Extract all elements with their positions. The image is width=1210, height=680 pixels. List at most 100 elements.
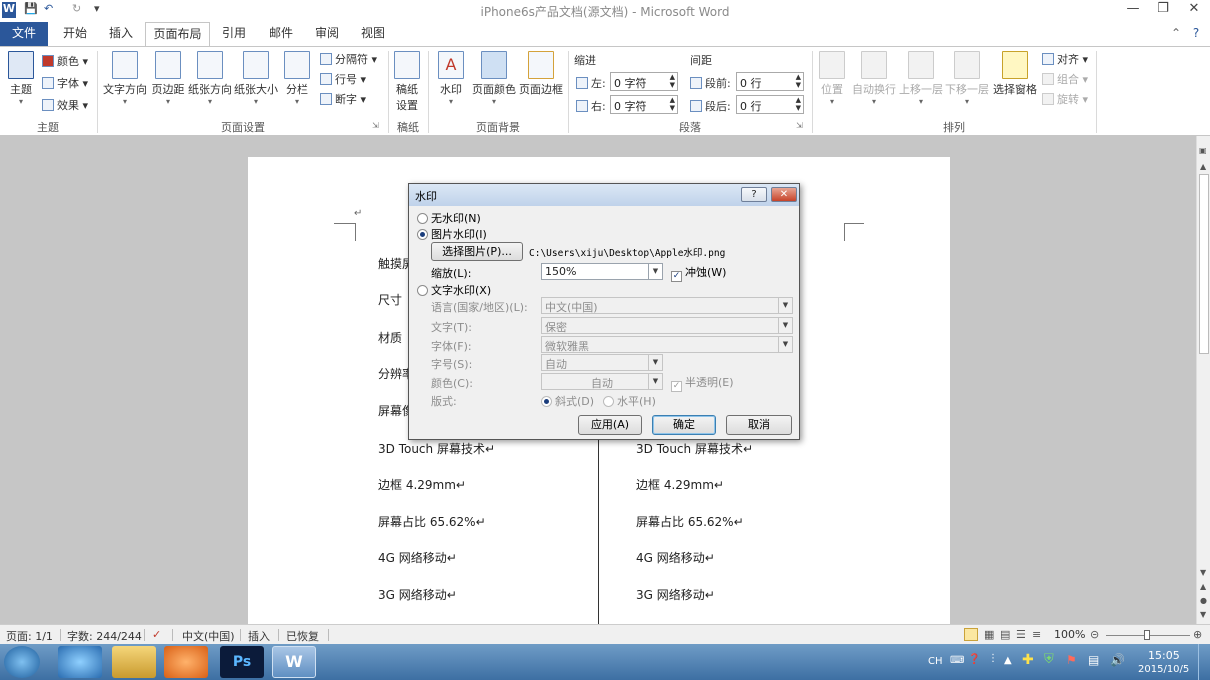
photoshop-icon[interactable]: Ps bbox=[220, 646, 264, 678]
tab-mailings[interactable]: 邮件 bbox=[259, 22, 303, 46]
scroll-down-icon[interactable]: ▼ bbox=[1200, 568, 1206, 577]
zoom-level[interactable]: 100% bbox=[1054, 628, 1085, 641]
tab-view[interactable]: 视图 bbox=[352, 22, 394, 46]
restore-icon[interactable]: ❐ bbox=[1150, 1, 1176, 19]
dialog-help-button[interactable]: ? bbox=[741, 187, 767, 202]
text-select[interactable]: 保密 ▼ bbox=[541, 317, 793, 334]
clock-date[interactable]: 2015/10/5 bbox=[1138, 664, 1189, 675]
page-setup-launcher-icon[interactable]: ⇲ bbox=[372, 121, 379, 130]
full-screen-reading-icon[interactable]: ▦ bbox=[984, 628, 994, 641]
print-layout-icon[interactable] bbox=[964, 628, 978, 641]
word-count[interactable]: 字数: 244/244 bbox=[67, 628, 142, 644]
ok-button[interactable]: 确定 bbox=[652, 415, 716, 435]
picture-watermark-radio[interactable]: 图片水印(I) bbox=[417, 226, 487, 242]
scroll-up-icon[interactable]: ▲ bbox=[1200, 162, 1206, 171]
color-select[interactable]: 自动 ▼ bbox=[541, 373, 663, 390]
doc-line[interactable]: 3G 网络移动↵ bbox=[636, 586, 715, 603]
proofing-icon[interactable]: ✓ bbox=[152, 628, 161, 641]
text-direction-button[interactable]: 文字方向 ▾ bbox=[102, 51, 148, 106]
tab-references[interactable]: 引用 bbox=[213, 22, 255, 46]
start-button[interactable] bbox=[4, 646, 40, 678]
page-color-button[interactable]: 页面颜色 ▾ bbox=[470, 51, 518, 106]
tab-page-layout[interactable]: 页面布局 bbox=[145, 22, 210, 47]
page-borders-button[interactable]: 页面边框 bbox=[518, 51, 564, 97]
apply-button[interactable]: 应用(A) bbox=[578, 415, 642, 435]
action-center-icon[interactable]: ⚑ bbox=[1066, 653, 1077, 667]
zoom-in-icon[interactable]: ⊕ bbox=[1193, 628, 1202, 641]
tab-review[interactable]: 审阅 bbox=[306, 22, 348, 46]
tray-settings-icon[interactable]: ⋮ bbox=[988, 653, 998, 664]
outline-icon[interactable]: ☰ bbox=[1016, 628, 1026, 641]
tab-insert[interactable]: 插入 bbox=[100, 22, 142, 46]
clock-time[interactable]: 15:05 bbox=[1148, 649, 1180, 662]
next-page-icon[interactable]: ▼ bbox=[1200, 610, 1206, 619]
browse-object-icon[interactable]: ● bbox=[1200, 596, 1207, 605]
size-button[interactable]: 纸张大小 ▾ bbox=[234, 51, 278, 106]
position-button[interactable]: 位置 ▾ bbox=[816, 51, 848, 106]
no-watermark-radio[interactable]: 无水印(N) bbox=[417, 210, 481, 226]
diagonal-radio[interactable]: 斜式(D) bbox=[541, 393, 594, 409]
breaks-button[interactable]: 分隔符 ▾ bbox=[320, 51, 377, 67]
watermark-button[interactable]: A 水印 ▾ bbox=[436, 51, 466, 106]
dialog-close-button[interactable]: ✕ bbox=[771, 187, 797, 202]
doc-line[interactable]: 3G 网络移动↵ bbox=[378, 586, 457, 603]
show-desktop-button[interactable] bbox=[1198, 644, 1210, 680]
font-select[interactable]: 微软雅黑 ▼ bbox=[541, 336, 793, 353]
file-explorer-icon[interactable] bbox=[112, 646, 156, 678]
spacing-after-input[interactable]: 0 行 ▲ ▼ bbox=[736, 95, 804, 114]
size-select[interactable]: 自动 ▼ bbox=[541, 354, 663, 371]
show-hidden-icons[interactable]: ▲ bbox=[1004, 655, 1012, 666]
doc-line[interactable]: 材质 bbox=[378, 329, 402, 346]
wrap-text-button[interactable]: 自动换行 ▾ bbox=[850, 51, 898, 106]
keyboard-icon[interactable]: ⌨ bbox=[950, 655, 964, 666]
align-button[interactable]: 对齐 ▾ bbox=[1042, 51, 1088, 67]
ruler-toggle-icon[interactable]: ▣ bbox=[1199, 146, 1207, 155]
hyphenation-button[interactable]: 断字 ▾ bbox=[320, 91, 366, 107]
select-picture-button[interactable]: 选择图片(P)... bbox=[431, 242, 523, 261]
rotate-button[interactable]: 旋转 ▾ bbox=[1042, 91, 1088, 107]
zoom-out-icon[interactable]: ⊝ bbox=[1090, 628, 1099, 641]
semi-transparent-checkbox[interactable]: ✓ 半透明(E) bbox=[671, 374, 734, 392]
doc-line[interactable]: 4G 网络移动↵ bbox=[636, 549, 715, 566]
themes-button[interactable]: 主题 ▾ bbox=[6, 51, 36, 106]
previous-page-icon[interactable]: ▲ bbox=[1200, 582, 1206, 591]
line-numbers-button[interactable]: 行号 ▾ bbox=[320, 71, 366, 87]
doc-line[interactable]: 4G 网络移动↵ bbox=[378, 549, 457, 566]
draft-settings-button[interactable]: 稿纸 设置 bbox=[392, 51, 422, 113]
paragraph-launcher-icon[interactable]: ⇲ bbox=[796, 121, 803, 130]
group-button[interactable]: 组合 ▾ bbox=[1042, 71, 1088, 87]
media-player-icon[interactable] bbox=[164, 646, 208, 678]
spacing-before-input[interactable]: 0 行 ▲ ▼ bbox=[736, 72, 804, 91]
vertical-scrollbar[interactable]: ▣ ▲ ▼ ▲ ● ▼ bbox=[1196, 136, 1210, 624]
volume-icon[interactable]: 🔊 bbox=[1110, 653, 1125, 667]
minimize-icon[interactable]: — bbox=[1120, 1, 1146, 19]
doc-line[interactable]: 边框 4.29mm↵ bbox=[378, 476, 466, 493]
orientation-button[interactable]: 纸张方向 ▾ bbox=[188, 51, 232, 106]
draft-view-icon[interactable]: ≡ bbox=[1032, 628, 1041, 641]
doc-line[interactable]: 边框 4.29mm↵ bbox=[636, 476, 724, 493]
help-icon[interactable]: ? bbox=[1186, 22, 1206, 46]
theme-fonts-button[interactable]: 字体 ▾ bbox=[42, 75, 88, 91]
zoom-slider-thumb[interactable] bbox=[1144, 630, 1150, 640]
network-icon[interactable]: ▤ bbox=[1088, 653, 1099, 667]
indent-left-input[interactable]: 0 字符 ▲ ▼ bbox=[610, 72, 678, 91]
scroll-thumb[interactable] bbox=[1199, 174, 1209, 354]
web-layout-icon[interactable]: ▤ bbox=[1000, 628, 1010, 641]
text-watermark-radio[interactable]: 文字水印(X) bbox=[417, 282, 491, 298]
doc-line[interactable]: 尺寸 bbox=[378, 291, 402, 308]
theme-effects-button[interactable]: 效果 ▾ bbox=[42, 97, 88, 113]
cancel-button[interactable]: 取消 bbox=[726, 415, 792, 435]
send-backward-button[interactable]: 下移一层 ▾ bbox=[944, 51, 990, 106]
columns-button[interactable]: 分栏 ▾ bbox=[282, 51, 312, 106]
language-select[interactable]: 中文(中国) ▼ bbox=[541, 297, 793, 314]
language-status[interactable]: 中文(中国) bbox=[182, 628, 235, 644]
horizontal-radio[interactable]: 水平(H) bbox=[603, 393, 656, 409]
doc-line[interactable]: 屏幕占比 65.62%↵ bbox=[378, 513, 486, 530]
tab-file[interactable]: 文件 bbox=[0, 22, 48, 46]
theme-colors-button[interactable]: 颜色 ▾ bbox=[42, 53, 88, 69]
doc-line[interactable]: 屏幕占比 65.62%↵ bbox=[636, 513, 744, 530]
ime-indicator[interactable]: CH bbox=[928, 656, 943, 667]
margins-button[interactable]: 页边距 ▾ bbox=[150, 51, 186, 106]
internet-explorer-icon[interactable] bbox=[58, 646, 102, 678]
collapse-ribbon-icon[interactable]: ⌃ bbox=[1168, 22, 1184, 46]
